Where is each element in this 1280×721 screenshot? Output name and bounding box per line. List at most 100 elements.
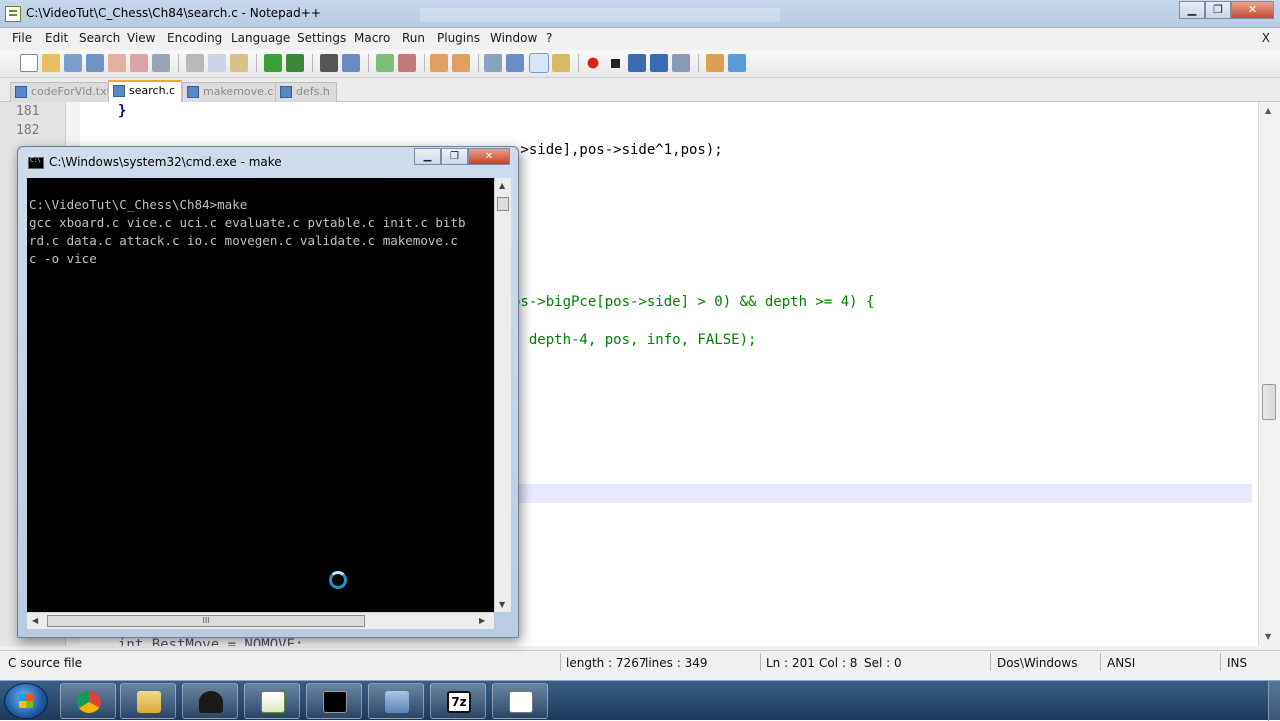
record-macro-icon[interactable]	[584, 54, 602, 72]
spell-check-icon[interactable]	[728, 54, 746, 72]
scrollbar-thumb[interactable]	[1262, 384, 1276, 420]
windows-taskbar: 7z	[0, 680, 1280, 721]
console-vertical-scrollbar[interactable]: ▲ ▼	[494, 178, 511, 612]
close-file-icon[interactable]	[108, 54, 126, 72]
tab-search-c[interactable]: search.c	[108, 80, 183, 102]
toolbar-separator	[478, 54, 479, 72]
busy-spinner-icon	[329, 571, 347, 589]
menu-run[interactable]: Run	[402, 31, 425, 45]
toolbar-separator	[368, 54, 369, 72]
scroll-right-arrow-icon[interactable]: ▶	[479, 616, 485, 625]
network-icon[interactable]	[368, 683, 424, 719]
menu-settings[interactable]: Settings	[297, 31, 346, 45]
scroll-down-arrow-icon[interactable]: ▼	[1265, 632, 1271, 641]
toolbar-separator	[578, 54, 579, 72]
tab-label: defs.h	[296, 85, 330, 98]
new-file-icon[interactable]	[20, 54, 38, 72]
code-line: , depth-4, pos, info, FALSE);	[512, 332, 757, 348]
close-button[interactable]: ✕	[1231, 1, 1274, 19]
scroll-up-arrow-icon[interactable]: ▲	[499, 181, 505, 190]
close-all-icon[interactable]	[130, 54, 148, 72]
save-icon[interactable]	[64, 54, 82, 72]
cmd-window[interactable]: C:\Windows\system32\cmd.exe - make ▁ ❐ ✕…	[17, 146, 519, 638]
scrollbar-thumb[interactable]	[497, 197, 509, 211]
zoom-in-icon[interactable]	[376, 54, 394, 72]
menu-window[interactable]: Window	[490, 31, 537, 45]
document-length: length : 7267	[566, 656, 647, 670]
menu-encoding[interactable]: Encoding	[167, 31, 222, 45]
menu-help[interactable]: ?	[546, 31, 552, 45]
cmd-icon[interactable]	[306, 683, 362, 719]
file-icon	[113, 85, 125, 97]
tab-makemove-c[interactable]: makemove.c	[182, 82, 281, 102]
close-document-button[interactable]: X	[1262, 31, 1270, 45]
console-output-area[interactable]: C:\VideoTut\C_Chess\Ch84>make gcc xboard.…	[27, 178, 494, 612]
menu-search[interactable]: Search	[79, 31, 120, 45]
copy-icon[interactable]	[208, 54, 226, 72]
show-all-characters-icon[interactable]	[506, 54, 524, 72]
sync-horizontal-icon[interactable]	[452, 54, 470, 72]
file-icon	[15, 86, 27, 98]
scrollbar-thumb[interactable]: III	[47, 615, 365, 627]
document-icon[interactable]	[492, 683, 548, 719]
toolbar-separator	[256, 54, 257, 72]
playback-macro-icon[interactable]	[628, 54, 646, 72]
tab-label: makemove.c	[203, 85, 274, 98]
tab-codeforvld[interactable]: codeForVld.txt	[10, 82, 118, 102]
open-file-icon[interactable]	[42, 54, 60, 72]
word-wrap-icon[interactable]	[484, 54, 502, 72]
paste-icon[interactable]	[230, 54, 248, 72]
menu-macro[interactable]: Macro	[354, 31, 390, 45]
file-icon	[280, 86, 292, 98]
file-explorer-icon[interactable]	[120, 683, 176, 719]
tab-defs-h[interactable]: defs.h	[275, 82, 337, 102]
chrome-icon[interactable]	[60, 683, 116, 719]
start-button[interactable]	[4, 683, 48, 719]
save-all-icon[interactable]	[86, 54, 104, 72]
plugin-icon[interactable]	[706, 54, 724, 72]
document-tab-bar: codeForVld.txt search.c makemove.c defs.…	[0, 78, 1280, 102]
cmd-close-button[interactable]: ✕	[468, 148, 510, 165]
show-desktop-button[interactable]	[1268, 681, 1280, 721]
menu-view[interactable]: View	[127, 31, 155, 45]
cmd-maximize-button[interactable]: ❐	[441, 148, 468, 165]
7zip-icon[interactable]: 7z	[430, 683, 486, 719]
restore-button[interactable]: ❐	[1205, 1, 1231, 19]
toolbar-separator	[178, 54, 179, 72]
chess-icon[interactable]	[182, 683, 238, 719]
find-icon[interactable]	[320, 54, 338, 72]
sync-vertical-icon[interactable]	[430, 54, 448, 72]
title-bar[interactable]: C:\VideoTut\C_Chess\Ch84\search.c - Note…	[0, 0, 1280, 28]
selection-length: Sel : 0	[864, 656, 902, 670]
console-horizontal-scrollbar[interactable]: ◀ III ▶	[27, 612, 494, 629]
save-macro-icon[interactable]	[672, 54, 690, 72]
insert-mode: INS	[1227, 656, 1248, 670]
menu-language[interactable]: Language	[231, 31, 290, 45]
menu-edit[interactable]: Edit	[45, 31, 68, 45]
user-language-icon[interactable]	[552, 54, 570, 72]
notepad-plus-plus-icon	[5, 6, 21, 22]
notepad-plus-plus-icon[interactable]	[244, 683, 300, 719]
editor-vertical-scrollbar[interactable]: ▲ ▼	[1258, 102, 1280, 646]
status-separator	[1220, 653, 1221, 671]
scroll-left-arrow-icon[interactable]: ◀	[32, 616, 38, 625]
eol-format: Dos\Windows	[997, 656, 1078, 670]
run-macro-multiple-icon[interactable]	[650, 54, 668, 72]
cut-icon[interactable]	[186, 54, 204, 72]
undo-icon[interactable]	[264, 54, 282, 72]
replace-icon[interactable]	[342, 54, 360, 72]
cmd-minimize-button[interactable]: ▁	[414, 148, 441, 165]
window-title: C:\VideoTut\C_Chess\Ch84\search.c - Note…	[26, 6, 321, 20]
print-icon[interactable]	[152, 54, 170, 72]
toolbar	[0, 50, 1280, 78]
redo-icon[interactable]	[286, 54, 304, 72]
stop-recording-icon[interactable]	[606, 54, 624, 72]
minimize-button[interactable]: ▁	[1179, 1, 1205, 19]
menu-plugins[interactable]: Plugins	[437, 31, 480, 45]
scroll-down-arrow-icon[interactable]: ▼	[499, 600, 505, 609]
indent-guide-icon[interactable]	[529, 53, 549, 73]
menu-file[interactable]: File	[12, 31, 32, 45]
zoom-out-icon[interactable]	[398, 54, 416, 72]
line-number: 181	[16, 104, 40, 119]
scroll-up-arrow-icon[interactable]: ▲	[1265, 106, 1271, 115]
